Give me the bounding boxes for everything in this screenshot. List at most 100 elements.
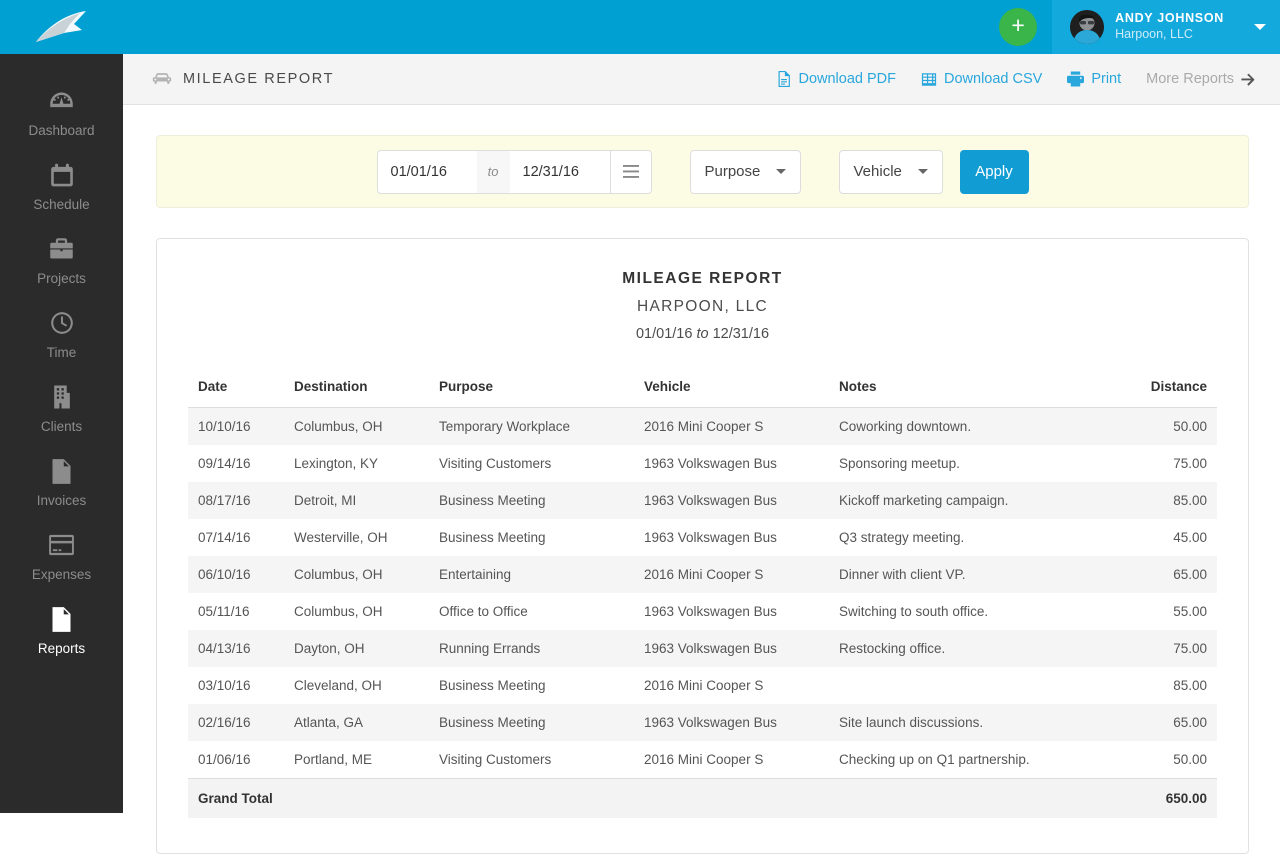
grand-total-row: Grand Total 650.00 xyxy=(188,778,1217,818)
date-from-input[interactable] xyxy=(376,149,477,194)
row-distance: 55.00 xyxy=(1173,604,1207,619)
table-row[interactable]: 09/14/16 Lexington, KY Visiting Customers 1… xyxy=(188,445,1217,482)
row-purpose: Entertaining xyxy=(429,556,634,593)
table-footer: Grand Total 650.00 xyxy=(188,778,1217,818)
column-header-notes[interactable]: Notes xyxy=(829,371,1114,408)
row-purpose: Business Meeting xyxy=(439,530,546,545)
sidebar-item-label: Expenses xyxy=(31,567,92,582)
file-icon xyxy=(50,456,73,486)
date-presets-button[interactable] xyxy=(609,149,652,194)
table-row[interactable]: 05/11/16 Columbus, OH Office to Office 1963… xyxy=(188,593,1217,630)
column-header-destination[interactable]: Destination xyxy=(284,371,429,408)
date-to-input[interactable] xyxy=(509,149,610,194)
user-name: ANDY JOHNSON xyxy=(1115,11,1224,26)
clock-icon xyxy=(49,308,75,338)
chevron-down-icon xyxy=(1254,24,1266,30)
arrow-right-icon xyxy=(1241,73,1255,86)
row-destination: Westerville, OH xyxy=(294,530,388,545)
row-date: 09/14/16 xyxy=(198,456,251,471)
action-label: Print xyxy=(1091,71,1122,87)
column-header-purpose[interactable]: Purpose xyxy=(429,371,634,408)
purpose-dropdown-label: Purpose xyxy=(704,163,761,180)
row-purpose: Business Meeting xyxy=(429,704,634,741)
report-heading: MILEAGE REPORT HARPOON, LLC 01/01/16 to … xyxy=(188,270,1217,342)
action-label: Download CSV xyxy=(944,71,1043,87)
sidebar-item-invoices[interactable]: Invoices xyxy=(0,446,123,520)
report-range-from: 01/01/16 xyxy=(635,326,693,342)
print-link[interactable]: Print xyxy=(1067,71,1121,87)
main-content: to Purpose Vehicle Apply MILEAGE R xyxy=(123,105,1280,854)
sidebar-item-label: Schedule xyxy=(33,197,90,212)
row-vehicle: 2016 Mini Cooper S xyxy=(634,407,829,445)
app-logo[interactable] xyxy=(0,0,123,54)
download-pdf-link[interactable]: Download PDF xyxy=(777,71,896,87)
vehicle-dropdown[interactable]: Vehicle xyxy=(838,149,943,194)
user-menu-toggle[interactable] xyxy=(1240,0,1280,54)
table-row[interactable]: 07/14/16 Westerville, OH Business Meeting 1… xyxy=(188,519,1217,556)
column-header-date[interactable]: Date xyxy=(188,371,284,408)
row-vehicle: 1963 Volkswagen Bus xyxy=(634,630,829,667)
row-notes: Sponsoring meetup. xyxy=(839,456,960,471)
row-notes: Switching to south office. xyxy=(839,604,989,619)
report-actions: Download PDF Download CSV Print More Rep… xyxy=(777,71,1255,87)
page-subheader: MILEAGE REPORT Download PDF Download CSV… xyxy=(123,54,1280,105)
row-distance: 75.00 xyxy=(1113,630,1217,667)
row-notes: Restocking office. xyxy=(829,630,1114,667)
add-button[interactable]: + xyxy=(999,8,1038,46)
date-range-separator: to xyxy=(476,149,510,194)
printer-icon xyxy=(1067,71,1085,87)
vehicle-dropdown-label: Vehicle xyxy=(853,163,902,180)
add-button-zone: + xyxy=(984,0,1052,54)
sidebar-item-projects[interactable]: Projects xyxy=(0,224,123,298)
sidebar-item-reports[interactable]: Reports xyxy=(0,594,123,668)
top-bar-spacer xyxy=(123,0,984,54)
column-header-vehicle[interactable]: Vehicle xyxy=(634,371,829,408)
row-purpose: Office to Office xyxy=(439,604,528,619)
row-notes: Checking up on Q1 partnership. xyxy=(839,752,1030,767)
column-header-distance[interactable]: Distance xyxy=(1113,371,1217,408)
table-row[interactable]: 06/10/16 Columbus, OH Entertaining 2016 Min… xyxy=(188,556,1217,593)
row-distance: 65.00 xyxy=(1113,556,1217,593)
calendar-icon xyxy=(49,160,75,190)
sidebar-item-clients[interactable]: Clients xyxy=(0,372,123,446)
row-distance: 75.00 xyxy=(1173,456,1207,471)
table-row[interactable]: 02/16/16 Atlanta, GA Business Meeting 1963 … xyxy=(188,704,1217,741)
sidebar-item-dashboard[interactable]: Dashboard xyxy=(0,76,123,150)
report-date-range: 01/01/16 to 12/31/16 xyxy=(188,326,1217,342)
row-purpose: Business Meeting xyxy=(439,678,546,693)
download-csv-link[interactable]: Download CSV xyxy=(921,71,1042,87)
sidebar-item-schedule[interactable]: Schedule xyxy=(0,150,123,224)
row-notes: Coworking downtown. xyxy=(829,407,1114,445)
row-distance: 50.00 xyxy=(1173,752,1207,767)
mileage-table: Date Destination Purpose Vehicle Notes D… xyxy=(188,371,1217,818)
report-file-icon xyxy=(50,604,73,634)
sidebar-item-expenses[interactable]: Expenses xyxy=(0,520,123,594)
pdf-file-icon xyxy=(777,71,791,87)
row-distance: 50.00 xyxy=(1113,407,1217,445)
row-vehicle: 2016 Mini Cooper S xyxy=(634,556,829,593)
user-menu[interactable]: ANDY JOHNSON Harpoon, LLC xyxy=(1052,0,1240,54)
sidebar-item-time[interactable]: Time xyxy=(0,298,123,372)
row-date: 10/10/16 xyxy=(188,407,284,445)
row-purpose: Running Errands xyxy=(429,630,634,667)
apply-button[interactable]: Apply xyxy=(959,149,1029,194)
page-title: MILEAGE REPORT xyxy=(183,71,335,87)
sidebar-item-label: Dashboard xyxy=(28,123,95,138)
building-icon xyxy=(49,382,74,412)
table-body: 10/10/16 Columbus, OH Temporary Workplace 2… xyxy=(188,407,1217,779)
row-notes: Q3 strategy meeting. xyxy=(839,530,965,545)
more-reports-label: More Reports xyxy=(1146,71,1234,87)
more-reports-link[interactable]: More Reports xyxy=(1146,71,1255,87)
row-date: 02/16/16 xyxy=(188,704,284,741)
row-notes: Dinner with client VP. xyxy=(829,556,1114,593)
report-range-separator: to xyxy=(696,326,709,342)
table-row[interactable]: 10/10/16 Columbus, OH Temporary Workplace 2… xyxy=(188,407,1217,445)
row-destination: Columbus, OH xyxy=(294,604,383,619)
page-title-group: MILEAGE REPORT xyxy=(152,71,777,87)
table-row[interactable]: 04/13/16 Dayton, OH Running Errands 1963 Vo… xyxy=(188,630,1217,667)
table-row[interactable]: 08/17/16 Detroit, MI Business Meeting 1963 … xyxy=(188,482,1217,519)
table-row[interactable]: 03/10/16 Cleveland, OH Business Meeting 201… xyxy=(188,667,1217,704)
table-row[interactable]: 01/06/16 Portland, ME Visiting Customers 20… xyxy=(188,741,1217,779)
report-title: MILEAGE REPORT xyxy=(622,270,783,287)
purpose-dropdown[interactable]: Purpose xyxy=(689,149,801,194)
